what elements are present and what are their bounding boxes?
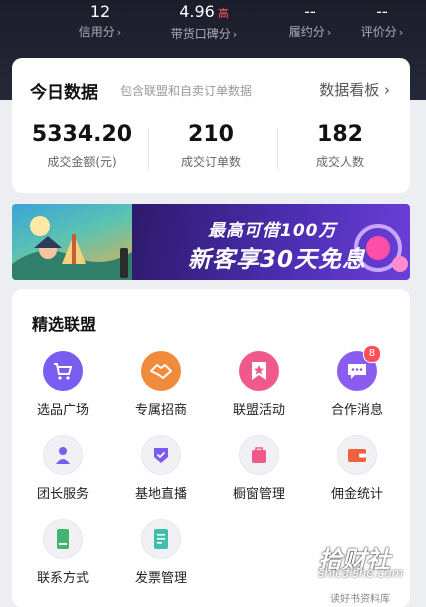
- invoice-management-tile[interactable]: 发票管理: [112, 519, 210, 586]
- cooperation-message-tile[interactable]: 8 合作消息: [308, 345, 406, 418]
- chevron-right-icon: ›: [116, 26, 122, 39]
- tile-label: 发票管理: [134, 571, 187, 586]
- order-count-label: 成交订单数: [180, 155, 241, 169]
- reputation-score-label: 带货口碑分: [170, 27, 231, 41]
- buyer-count-label: 成交人数: [315, 155, 364, 169]
- tile-label: 合作消息: [330, 403, 383, 418]
- phone-icon: [43, 519, 83, 559]
- cart-icon: [43, 351, 83, 391]
- review-score-value: --: [376, 2, 388, 21]
- data-dashboard-link[interactable]: 数据看板 ›: [319, 79, 390, 100]
- reputation-score-value: 4.96: [179, 2, 215, 21]
- buyer-count-metric: 182 成交人数: [274, 122, 406, 170]
- contact-info-tile[interactable]: 联系方式: [14, 519, 112, 586]
- wallet-icon: [337, 435, 377, 475]
- today-data-title: 今日数据: [30, 83, 98, 103]
- commission-stats-tile[interactable]: 佣金统计: [308, 435, 406, 502]
- gmv-metric: 5334.20 成交金额(元): [16, 122, 148, 170]
- review-score-label: 评价分: [360, 25, 397, 39]
- alliance-activity-tile[interactable]: 联盟活动: [210, 351, 308, 418]
- fulfillment-score-label: 履约分: [288, 25, 325, 39]
- fulfillment-score-value: --: [304, 2, 316, 21]
- shield-check-icon: [141, 435, 181, 475]
- chevron-right-icon: ›: [232, 28, 238, 41]
- tile-label: 基地直播: [134, 487, 187, 502]
- tile-label: 联盟活动: [232, 403, 285, 418]
- today-data-subtitle: 包含联盟和自卖订单数据: [120, 84, 253, 98]
- credit-score-stat[interactable]: 12 信用分 ›: [70, 0, 130, 41]
- selected-alliance-title: 精选联盟: [32, 315, 97, 334]
- landscape-illustration-icon: [12, 216, 132, 280]
- banner-headline: 最高可借100万: [208, 221, 337, 241]
- order-count-metric: 210 成交订单数: [145, 122, 277, 170]
- tile-label: 橱窗管理: [232, 487, 285, 502]
- credit-score-value: 12: [89, 2, 111, 21]
- message-icon: 8: [337, 345, 381, 391]
- tile-label: 团长服务: [36, 487, 89, 502]
- handshake-icon: [141, 351, 181, 391]
- gmv-value: 5334.20: [31, 122, 133, 147]
- data-dashboard-label: 数据看板: [319, 81, 380, 99]
- showcase-management-tile[interactable]: 橱窗管理: [210, 435, 308, 502]
- today-data-card: 今日数据 包含联盟和自卖订单数据 数据看板 › 5334.20 成交金额(元) …: [12, 58, 410, 193]
- watermark-domain: shicaishe.com: [318, 566, 404, 580]
- watermark-caption: 读好书资料库: [330, 594, 390, 605]
- tile-label: 联系方式: [36, 571, 89, 586]
- team-leader-service-tile[interactable]: 团长服务: [14, 435, 112, 502]
- reputation-level-tag: 高: [217, 7, 229, 20]
- product-plaza-tile[interactable]: 选品广场: [14, 351, 112, 418]
- carousel-indicator: [204, 270, 231, 280]
- reputation-score-stat[interactable]: 4.96 高 带货口碑分 ›: [158, 0, 250, 43]
- credit-score-label: 信用分: [78, 25, 115, 39]
- order-count-value: 210: [188, 122, 234, 147]
- unread-badge: 8: [363, 345, 381, 363]
- buyer-count-value: 182: [317, 122, 363, 147]
- review-score-stat[interactable]: -- 评价分 ›: [352, 0, 412, 41]
- banner-illustration: [12, 204, 132, 280]
- tile-label: 选品广场: [36, 403, 89, 418]
- chevron-right-icon: ›: [398, 26, 404, 39]
- showcase-bag-icon: [239, 435, 279, 475]
- banner-subheadline: 新客享30天免息: [188, 247, 367, 273]
- star-flag-icon: [239, 351, 279, 391]
- exclusive-merchant-tile[interactable]: 专属招商: [112, 351, 210, 418]
- tile-label: 专属招商: [134, 403, 187, 418]
- chevron-right-icon: ›: [384, 81, 390, 99]
- fulfillment-score-stat[interactable]: -- 履约分 ›: [280, 0, 340, 41]
- chevron-right-icon: ›: [326, 26, 332, 39]
- base-live-tile[interactable]: 基地直播: [112, 435, 210, 502]
- invoice-icon: [141, 519, 181, 559]
- promo-banner[interactable]: 最高可借100万 新客享30天免息: [12, 204, 410, 280]
- tile-label: 佣金统计: [330, 487, 383, 502]
- person-icon: [43, 435, 83, 475]
- gmv-label: 成交金额(元): [47, 155, 117, 169]
